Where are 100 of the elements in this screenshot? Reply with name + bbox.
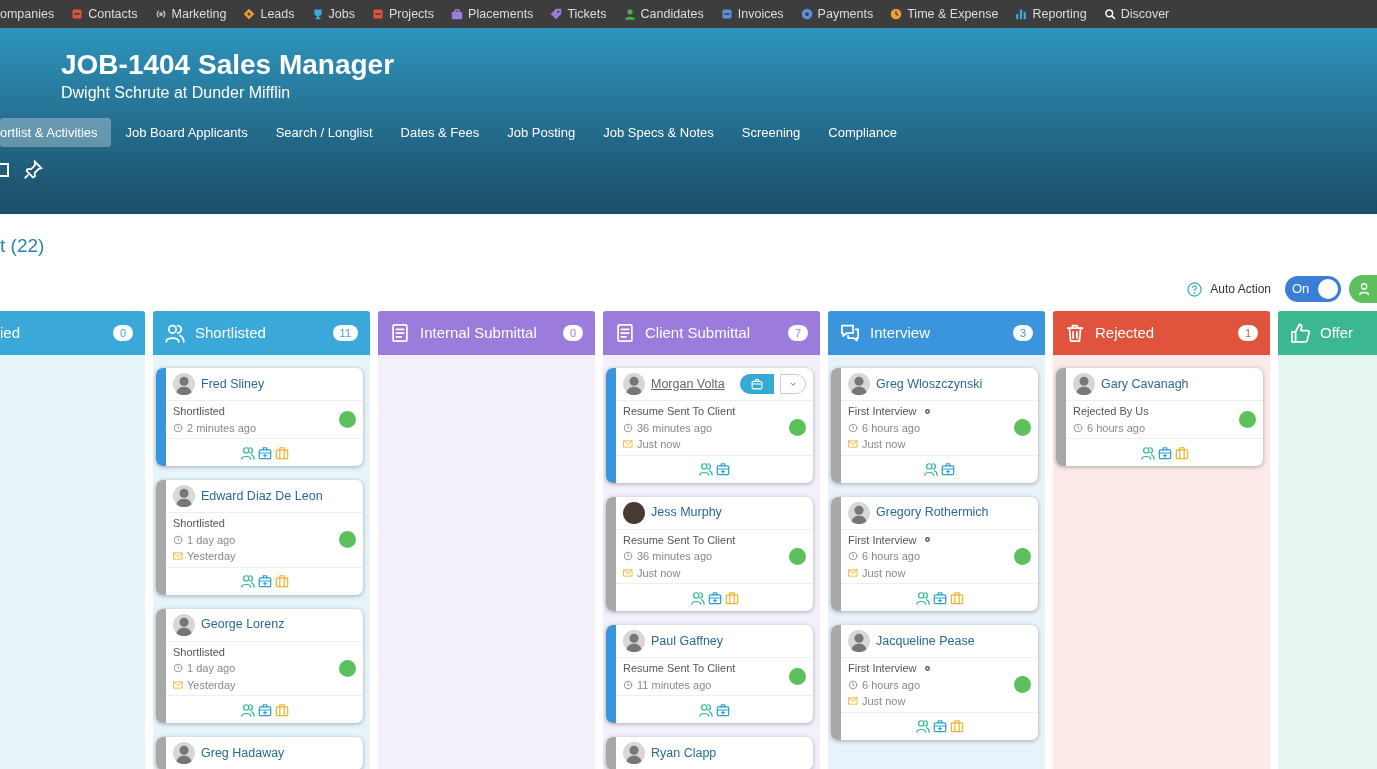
count-badge: 0 <box>112 325 133 341</box>
nav-link[interactable]: Discover <box>1103 4 1170 24</box>
nav-link[interactable]: Payments <box>800 4 874 24</box>
status-text: Shortlisted <box>173 516 225 531</box>
candidate-name-link[interactable]: Paul Gaffney <box>651 631 724 651</box>
nav-link[interactable]: Candidates <box>623 4 704 24</box>
medical-kit-icon[interactable] <box>707 590 722 605</box>
candidate-name-link[interactable]: George Lorenz <box>201 615 285 634</box>
job-subtitle: Dwight Schrute at Dunder Mifflin <box>61 83 291 103</box>
people-icon[interactable] <box>924 462 938 476</box>
medical-kit-icon[interactable] <box>716 702 730 717</box>
envelope-icon <box>623 439 633 450</box>
count-badge: 7 <box>787 325 808 341</box>
tab[interactable]: Search / Longlist <box>262 118 386 147</box>
suitcase-icon[interactable] <box>949 719 964 733</box>
candidate-name-link[interactable]: Greg Hadaway <box>201 743 285 763</box>
nav-link[interactable]: Invoices <box>720 4 784 24</box>
people-icon[interactable] <box>915 590 930 605</box>
status-text: Resume Sent To Client <box>623 404 736 419</box>
activity-time: 6 hours ago <box>862 677 921 693</box>
email-time: Just now <box>862 565 906 581</box>
envelope-icon <box>173 551 183 562</box>
nav-link[interactable]: Time & Expense <box>890 4 999 24</box>
medical-kit-icon[interactable] <box>941 462 955 476</box>
clock-icon <box>173 422 183 433</box>
envelope-icon <box>848 696 858 707</box>
pin-icon[interactable] <box>22 159 44 181</box>
candidate-name-link[interactable]: Jess Murphy <box>651 503 722 522</box>
candidate-name-link[interactable]: Gregory Rothermich <box>876 503 989 522</box>
medical-kit-icon[interactable] <box>716 462 730 476</box>
suitcase-icon[interactable] <box>1174 445 1189 460</box>
tab[interactable]: Job Posting <box>494 118 589 147</box>
nav-link[interactable]: Jobs <box>311 4 355 24</box>
people-icon[interactable] <box>240 574 255 588</box>
nav-link[interactable]: ompanies <box>0 4 55 24</box>
people-icon[interactable] <box>915 719 930 733</box>
tab[interactable]: Job Specs & Notes <box>590 118 727 147</box>
column-title: Shortlisted <box>195 322 267 343</box>
tab[interactable]: ortlist & Activities <box>0 118 111 147</box>
count-badge: 0 <box>562 325 583 341</box>
nav-link[interactable]: Placements <box>451 4 534 24</box>
status-text: Shortlisted <box>173 644 225 660</box>
tab[interactable]: Dates & Fees <box>387 118 493 147</box>
auto-action-toggle[interactable]: On <box>1285 276 1341 302</box>
nav-link[interactable]: Marketing <box>154 4 227 24</box>
envelope-icon <box>623 567 633 578</box>
candidate-name-link[interactable]: Greg Wloszczynski <box>876 374 983 394</box>
candidate-name-link[interactable]: Fred Sliney <box>201 374 265 394</box>
candidate-name-link[interactable]: Morgan Volta <box>651 374 725 394</box>
medical-kit-icon[interactable] <box>932 719 947 733</box>
activity-time: 11 minutes ago <box>637 677 712 693</box>
people-icon[interactable] <box>1140 445 1155 460</box>
person-icon <box>1358 282 1372 296</box>
activity-time: 1 day ago <box>187 532 236 548</box>
email-time: Just now <box>637 565 681 581</box>
candidate-name-link[interactable]: Jacqueline Pease <box>876 631 975 651</box>
medical-kit-icon[interactable] <box>1157 445 1172 460</box>
activity-time: 6 hours ago <box>862 420 921 436</box>
nav-link[interactable]: Tickets <box>550 4 607 24</box>
briefcase-icon <box>751 378 763 390</box>
clock-icon <box>173 663 183 674</box>
nav-link[interactable]: Projects <box>371 4 435 24</box>
envelope-icon <box>848 567 858 578</box>
status-text: First Interview <box>848 532 917 548</box>
candidate-name-link[interactable]: Gary Cavanagh <box>1101 374 1189 394</box>
tab[interactable]: Job Board Applicants <box>112 118 261 147</box>
nav-link[interactable]: Reporting <box>1015 4 1087 24</box>
suitcase-icon[interactable] <box>949 590 964 605</box>
people-icon[interactable] <box>699 702 713 717</box>
candidate-button[interactable] <box>1349 275 1377 303</box>
envelope-icon <box>173 679 183 690</box>
people-icon[interactable] <box>690 590 705 605</box>
suitcase-icon[interactable] <box>274 445 289 460</box>
status-text: Resume Sent To Client <box>623 661 736 676</box>
suitcase-icon[interactable] <box>274 574 289 588</box>
candidate-name-link[interactable]: Edward Diaz De Leon <box>201 486 323 506</box>
clock-icon <box>623 551 633 562</box>
clock-icon <box>848 422 858 433</box>
job-action-button[interactable] <box>740 374 774 394</box>
medical-kit-icon[interactable] <box>257 702 272 717</box>
tab[interactable]: Compliance <box>815 118 910 147</box>
nav-link[interactable]: Leads <box>243 4 295 24</box>
people-icon[interactable] <box>699 462 713 476</box>
clock-icon <box>1073 422 1083 433</box>
help-icon[interactable] <box>1187 281 1203 297</box>
status-text: Rejected By Us <box>1073 404 1149 419</box>
people-icon[interactable] <box>240 445 255 460</box>
nav-link[interactable]: Contacts <box>71 4 138 24</box>
people-icon[interactable] <box>240 702 255 717</box>
suitcase-icon[interactable] <box>724 590 739 605</box>
clock-icon <box>623 422 633 433</box>
count-badge: 1 <box>1237 325 1258 341</box>
candidate-name-link[interactable]: Ryan Clapp <box>651 743 717 763</box>
suitcase-icon[interactable] <box>274 702 289 717</box>
tab[interactable]: Screening <box>728 118 814 147</box>
email-time: Just now <box>862 694 906 709</box>
activity-time: 36 minutes ago <box>637 549 713 564</box>
medical-kit-icon[interactable] <box>932 590 947 605</box>
medical-kit-icon[interactable] <box>257 445 272 460</box>
medical-kit-icon[interactable] <box>257 574 272 588</box>
